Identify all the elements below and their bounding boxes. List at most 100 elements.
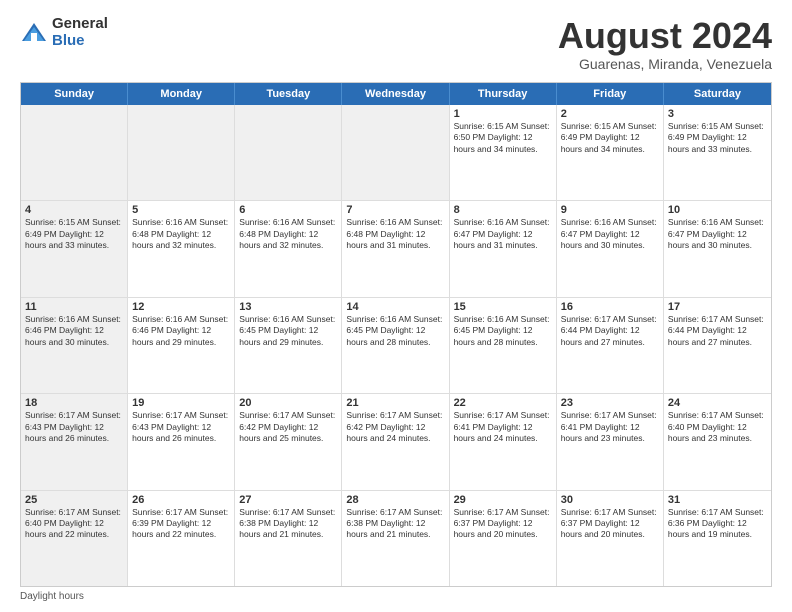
- calendar-cell: 10Sunrise: 6:16 AM Sunset: 6:47 PM Dayli…: [664, 201, 771, 296]
- calendar-cell: 11Sunrise: 6:16 AM Sunset: 6:46 PM Dayli…: [21, 298, 128, 393]
- logo-general-text: General: [52, 16, 108, 33]
- calendar: SundayMondayTuesdayWednesdayThursdayFrid…: [20, 82, 772, 587]
- day-number: 9: [561, 204, 659, 216]
- footer-note: Daylight hours: [20, 591, 772, 602]
- day-number: 18: [25, 397, 123, 409]
- cell-info: Sunrise: 6:17 AM Sunset: 6:37 PM Dayligh…: [454, 507, 552, 541]
- calendar-cell: 4Sunrise: 6:15 AM Sunset: 6:49 PM Daylig…: [21, 201, 128, 296]
- cell-info: Sunrise: 6:15 AM Sunset: 6:49 PM Dayligh…: [668, 121, 767, 155]
- day-number: 16: [561, 301, 659, 313]
- cell-info: Sunrise: 6:17 AM Sunset: 6:40 PM Dayligh…: [668, 410, 767, 444]
- calendar-cell: 23Sunrise: 6:17 AM Sunset: 6:41 PM Dayli…: [557, 394, 664, 489]
- calendar-cell: [235, 105, 342, 200]
- calendar-cell: 14Sunrise: 6:16 AM Sunset: 6:45 PM Dayli…: [342, 298, 449, 393]
- cell-info: Sunrise: 6:17 AM Sunset: 6:42 PM Dayligh…: [346, 410, 444, 444]
- day-number: 4: [25, 204, 123, 216]
- cell-info: Sunrise: 6:16 AM Sunset: 6:46 PM Dayligh…: [132, 314, 230, 348]
- day-number: 27: [239, 494, 337, 506]
- cell-info: Sunrise: 6:17 AM Sunset: 6:44 PM Dayligh…: [561, 314, 659, 348]
- day-number: 20: [239, 397, 337, 409]
- day-number: 29: [454, 494, 552, 506]
- calendar-cell: 16Sunrise: 6:17 AM Sunset: 6:44 PM Dayli…: [557, 298, 664, 393]
- calendar-header-cell: Saturday: [664, 83, 771, 105]
- cell-info: Sunrise: 6:16 AM Sunset: 6:45 PM Dayligh…: [346, 314, 444, 348]
- day-number: 25: [25, 494, 123, 506]
- cell-info: Sunrise: 6:15 AM Sunset: 6:49 PM Dayligh…: [25, 217, 123, 251]
- calendar-cell: 28Sunrise: 6:17 AM Sunset: 6:38 PM Dayli…: [342, 491, 449, 586]
- calendar-cell: 22Sunrise: 6:17 AM Sunset: 6:41 PM Dayli…: [450, 394, 557, 489]
- day-number: 31: [668, 494, 767, 506]
- cell-info: Sunrise: 6:16 AM Sunset: 6:46 PM Dayligh…: [25, 314, 123, 348]
- calendar-cell: [21, 105, 128, 200]
- day-number: 13: [239, 301, 337, 313]
- calendar-cell: 15Sunrise: 6:16 AM Sunset: 6:45 PM Dayli…: [450, 298, 557, 393]
- calendar-week-row: 4Sunrise: 6:15 AM Sunset: 6:49 PM Daylig…: [21, 201, 771, 297]
- logo-text: General Blue: [52, 16, 108, 49]
- calendar-cell: 7Sunrise: 6:16 AM Sunset: 6:48 PM Daylig…: [342, 201, 449, 296]
- cell-info: Sunrise: 6:17 AM Sunset: 6:39 PM Dayligh…: [132, 507, 230, 541]
- calendar-header: SundayMondayTuesdayWednesdayThursdayFrid…: [21, 83, 771, 105]
- calendar-cell: [128, 105, 235, 200]
- cell-info: Sunrise: 6:16 AM Sunset: 6:47 PM Dayligh…: [561, 217, 659, 251]
- day-number: 11: [25, 301, 123, 313]
- day-number: 7: [346, 204, 444, 216]
- calendar-header-cell: Monday: [128, 83, 235, 105]
- day-number: 30: [561, 494, 659, 506]
- cell-info: Sunrise: 6:16 AM Sunset: 6:45 PM Dayligh…: [239, 314, 337, 348]
- header: General Blue August 2024 Guarenas, Miran…: [20, 16, 772, 72]
- calendar-header-cell: Friday: [557, 83, 664, 105]
- day-number: 1: [454, 108, 552, 120]
- cell-info: Sunrise: 6:15 AM Sunset: 6:49 PM Dayligh…: [561, 121, 659, 155]
- calendar-header-cell: Tuesday: [235, 83, 342, 105]
- day-number: 26: [132, 494, 230, 506]
- cell-info: Sunrise: 6:16 AM Sunset: 6:47 PM Dayligh…: [668, 217, 767, 251]
- calendar-cell: 5Sunrise: 6:16 AM Sunset: 6:48 PM Daylig…: [128, 201, 235, 296]
- cell-info: Sunrise: 6:16 AM Sunset: 6:45 PM Dayligh…: [454, 314, 552, 348]
- cell-info: Sunrise: 6:16 AM Sunset: 6:48 PM Dayligh…: [239, 217, 337, 251]
- cell-info: Sunrise: 6:17 AM Sunset: 6:40 PM Dayligh…: [25, 507, 123, 541]
- cell-info: Sunrise: 6:17 AM Sunset: 6:36 PM Dayligh…: [668, 507, 767, 541]
- cell-info: Sunrise: 6:16 AM Sunset: 6:47 PM Dayligh…: [454, 217, 552, 251]
- day-number: 5: [132, 204, 230, 216]
- calendar-week-row: 1Sunrise: 6:15 AM Sunset: 6:50 PM Daylig…: [21, 105, 771, 201]
- calendar-cell: 29Sunrise: 6:17 AM Sunset: 6:37 PM Dayli…: [450, 491, 557, 586]
- cell-info: Sunrise: 6:17 AM Sunset: 6:41 PM Dayligh…: [561, 410, 659, 444]
- calendar-cell: [342, 105, 449, 200]
- calendar-cell: 21Sunrise: 6:17 AM Sunset: 6:42 PM Dayli…: [342, 394, 449, 489]
- calendar-cell: 13Sunrise: 6:16 AM Sunset: 6:45 PM Dayli…: [235, 298, 342, 393]
- calendar-week-row: 18Sunrise: 6:17 AM Sunset: 6:43 PM Dayli…: [21, 394, 771, 490]
- day-number: 8: [454, 204, 552, 216]
- cell-info: Sunrise: 6:17 AM Sunset: 6:42 PM Dayligh…: [239, 410, 337, 444]
- day-number: 17: [668, 301, 767, 313]
- calendar-week-row: 25Sunrise: 6:17 AM Sunset: 6:40 PM Dayli…: [21, 491, 771, 586]
- calendar-cell: 19Sunrise: 6:17 AM Sunset: 6:43 PM Dayli…: [128, 394, 235, 489]
- day-number: 14: [346, 301, 444, 313]
- page-title: August 2024: [558, 16, 772, 56]
- day-number: 19: [132, 397, 230, 409]
- logo-icon: [20, 19, 48, 47]
- calendar-cell: 27Sunrise: 6:17 AM Sunset: 6:38 PM Dayli…: [235, 491, 342, 586]
- cell-info: Sunrise: 6:17 AM Sunset: 6:38 PM Dayligh…: [346, 507, 444, 541]
- day-number: 23: [561, 397, 659, 409]
- calendar-cell: 3Sunrise: 6:15 AM Sunset: 6:49 PM Daylig…: [664, 105, 771, 200]
- day-number: 21: [346, 397, 444, 409]
- day-number: 2: [561, 108, 659, 120]
- calendar-cell: 17Sunrise: 6:17 AM Sunset: 6:44 PM Dayli…: [664, 298, 771, 393]
- day-number: 3: [668, 108, 767, 120]
- calendar-header-cell: Thursday: [450, 83, 557, 105]
- cell-info: Sunrise: 6:17 AM Sunset: 6:38 PM Dayligh…: [239, 507, 337, 541]
- logo: General Blue: [20, 16, 108, 49]
- calendar-cell: 20Sunrise: 6:17 AM Sunset: 6:42 PM Dayli…: [235, 394, 342, 489]
- day-number: 6: [239, 204, 337, 216]
- calendar-header-cell: Wednesday: [342, 83, 449, 105]
- calendar-cell: 2Sunrise: 6:15 AM Sunset: 6:49 PM Daylig…: [557, 105, 664, 200]
- day-number: 10: [668, 204, 767, 216]
- calendar-cell: 12Sunrise: 6:16 AM Sunset: 6:46 PM Dayli…: [128, 298, 235, 393]
- day-number: 28: [346, 494, 444, 506]
- page: General Blue August 2024 Guarenas, Miran…: [0, 0, 792, 612]
- title-block: August 2024 Guarenas, Miranda, Venezuela: [558, 16, 772, 72]
- logo-blue-text: Blue: [52, 33, 108, 50]
- calendar-cell: 1Sunrise: 6:15 AM Sunset: 6:50 PM Daylig…: [450, 105, 557, 200]
- cell-info: Sunrise: 6:17 AM Sunset: 6:43 PM Dayligh…: [25, 410, 123, 444]
- calendar-cell: 18Sunrise: 6:17 AM Sunset: 6:43 PM Dayli…: [21, 394, 128, 489]
